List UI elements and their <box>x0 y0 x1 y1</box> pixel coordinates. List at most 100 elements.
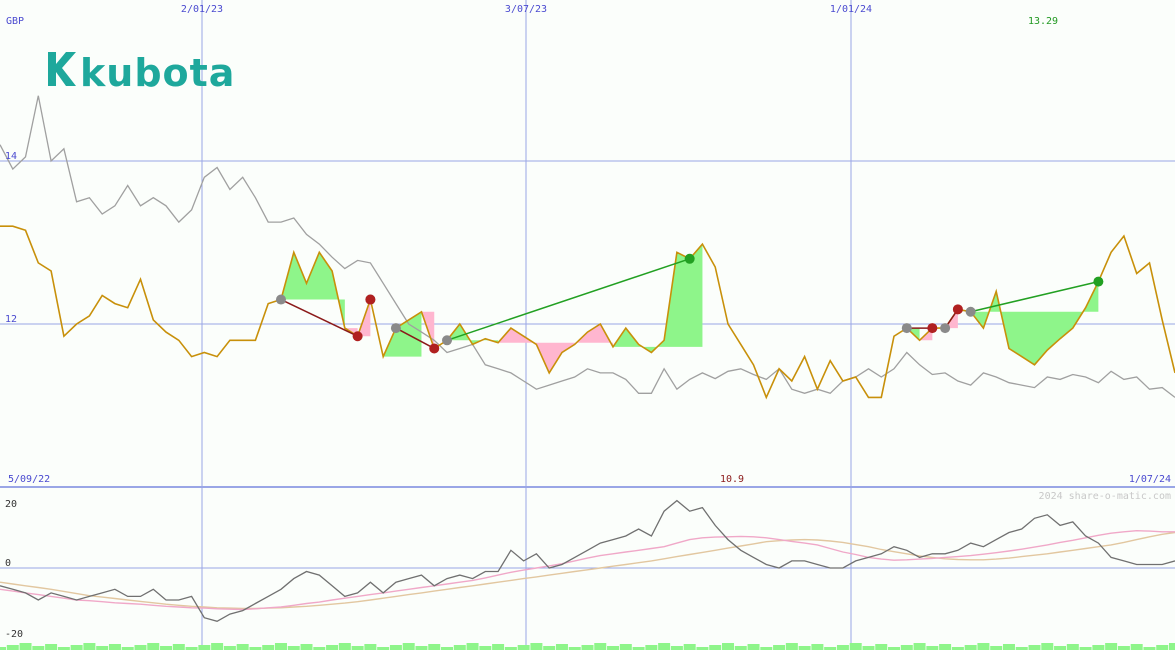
volume-bar <box>900 645 913 650</box>
volume-bar <box>709 645 722 650</box>
volume-bar <box>45 644 58 650</box>
volume-bar <box>683 644 696 650</box>
trend-line <box>970 280 1099 313</box>
volume-bar <box>798 646 811 650</box>
volume-bar <box>453 645 466 650</box>
pivot-end-marker <box>952 304 963 315</box>
momentum-line <box>0 499 1175 622</box>
volume-bar <box>913 643 926 650</box>
volume-bar <box>747 644 760 650</box>
volume-bar <box>108 644 121 650</box>
price-line <box>0 225 1175 400</box>
series-lines <box>0 95 1175 622</box>
volume-bar <box>543 646 556 650</box>
volume-bar <box>351 646 364 650</box>
price-chart: 2/01/23 3/07/23 1/01/24 12 14 -20 0 20 kubota G… <box>0 0 1175 650</box>
volume-bar <box>594 643 607 650</box>
volume-bar <box>32 646 45 650</box>
pivot-start-marker <box>965 306 976 317</box>
gain-fill <box>447 324 499 345</box>
volume-bar <box>517 645 530 650</box>
volume-bar <box>479 646 492 650</box>
pivot-start-marker <box>442 335 453 346</box>
volume-bar <box>670 646 683 650</box>
volume-bar <box>1105 643 1118 650</box>
pivot-start-marker <box>275 294 286 305</box>
gain-fill <box>383 311 422 357</box>
volume-bar <box>287 646 300 650</box>
volume-bar <box>466 643 479 650</box>
axis-tick-labels: 2/01/23 3/07/23 1/01/24 12 14 -20 0 20 <box>5 4 872 640</box>
watermark: 2024 share-o-matic.com <box>1039 491 1171 502</box>
end-date-label: 1/07/24 <box>1129 474 1171 485</box>
pivot-end-marker <box>352 331 363 342</box>
volume-bar <box>619 644 632 650</box>
volume-bar <box>1066 644 1079 650</box>
lower-slow-line <box>0 531 1175 610</box>
volume-bar <box>211 643 224 650</box>
trend-line <box>446 258 690 342</box>
trend-line <box>280 298 358 337</box>
volume-bar <box>300 644 313 650</box>
low-price-label: 10.9 <box>720 474 744 485</box>
volume-bar <box>530 643 543 650</box>
volume-bar <box>236 644 249 650</box>
volume-bar <box>939 644 952 650</box>
volume-bar <box>1054 646 1067 650</box>
last-price-label: 13.29 <box>1028 16 1058 27</box>
volume-bar <box>389 645 402 650</box>
volume-bar <box>19 643 32 650</box>
gain-fill <box>970 281 1099 365</box>
volume-bar <box>1156 645 1169 650</box>
volume-bar <box>198 645 211 650</box>
volume-bar <box>364 644 377 650</box>
volume-bar <box>811 644 824 650</box>
y-tick-label-lower: 0 <box>5 558 11 569</box>
pivot-start-marker <box>940 323 951 334</box>
volume-bar <box>492 644 505 650</box>
volume-bar <box>274 643 287 650</box>
kubota-logo-mark <box>48 52 76 86</box>
kubota-logo: kubota <box>48 51 235 95</box>
currency-label: GBP <box>6 16 24 27</box>
volume-bar <box>428 644 441 650</box>
volume-bar <box>773 645 786 650</box>
volume-bar <box>6 645 19 650</box>
kubota-logo-text: kubota <box>80 51 235 95</box>
pivot-start-marker <box>901 323 912 334</box>
volume-bar <box>96 646 109 650</box>
volume-bar <box>875 644 888 650</box>
volume-bar <box>1028 645 1041 650</box>
volume-bar <box>147 643 160 650</box>
volume-bar <box>1041 643 1054 650</box>
volume-bar <box>172 644 185 650</box>
volume-bar <box>1002 644 1015 650</box>
pivot-start-marker <box>390 323 401 334</box>
x-tick-label: 1/01/24 <box>830 4 872 15</box>
volume-bar <box>849 643 862 650</box>
relative-strength-line <box>0 95 1175 398</box>
pivot-end-marker <box>365 294 376 305</box>
volume-bar <box>1130 644 1143 650</box>
volume-bar <box>785 643 798 650</box>
volume-bar <box>223 646 236 650</box>
volume-bar <box>977 643 990 650</box>
volume-bar <box>160 646 173 650</box>
volume-bar <box>402 643 415 650</box>
pivot-end-marker <box>684 253 695 264</box>
pivot-end-marker <box>927 323 938 334</box>
volume-bar <box>990 646 1003 650</box>
y-tick-label-lower: 20 <box>5 499 17 510</box>
volume-bar <box>70 645 83 650</box>
volume-bar <box>658 643 671 650</box>
volume-bar <box>326 645 339 650</box>
x-tick-label: 2/01/23 <box>181 4 223 15</box>
volume-bar <box>1092 645 1105 650</box>
volume-bar <box>262 645 275 650</box>
volume-bar <box>83 643 96 650</box>
volume-bar <box>338 643 351 650</box>
x-tick-label: 3/07/23 <box>505 4 547 15</box>
volume-bar <box>721 643 734 650</box>
pivot-end-marker <box>429 343 440 354</box>
volume-bar <box>862 646 875 650</box>
